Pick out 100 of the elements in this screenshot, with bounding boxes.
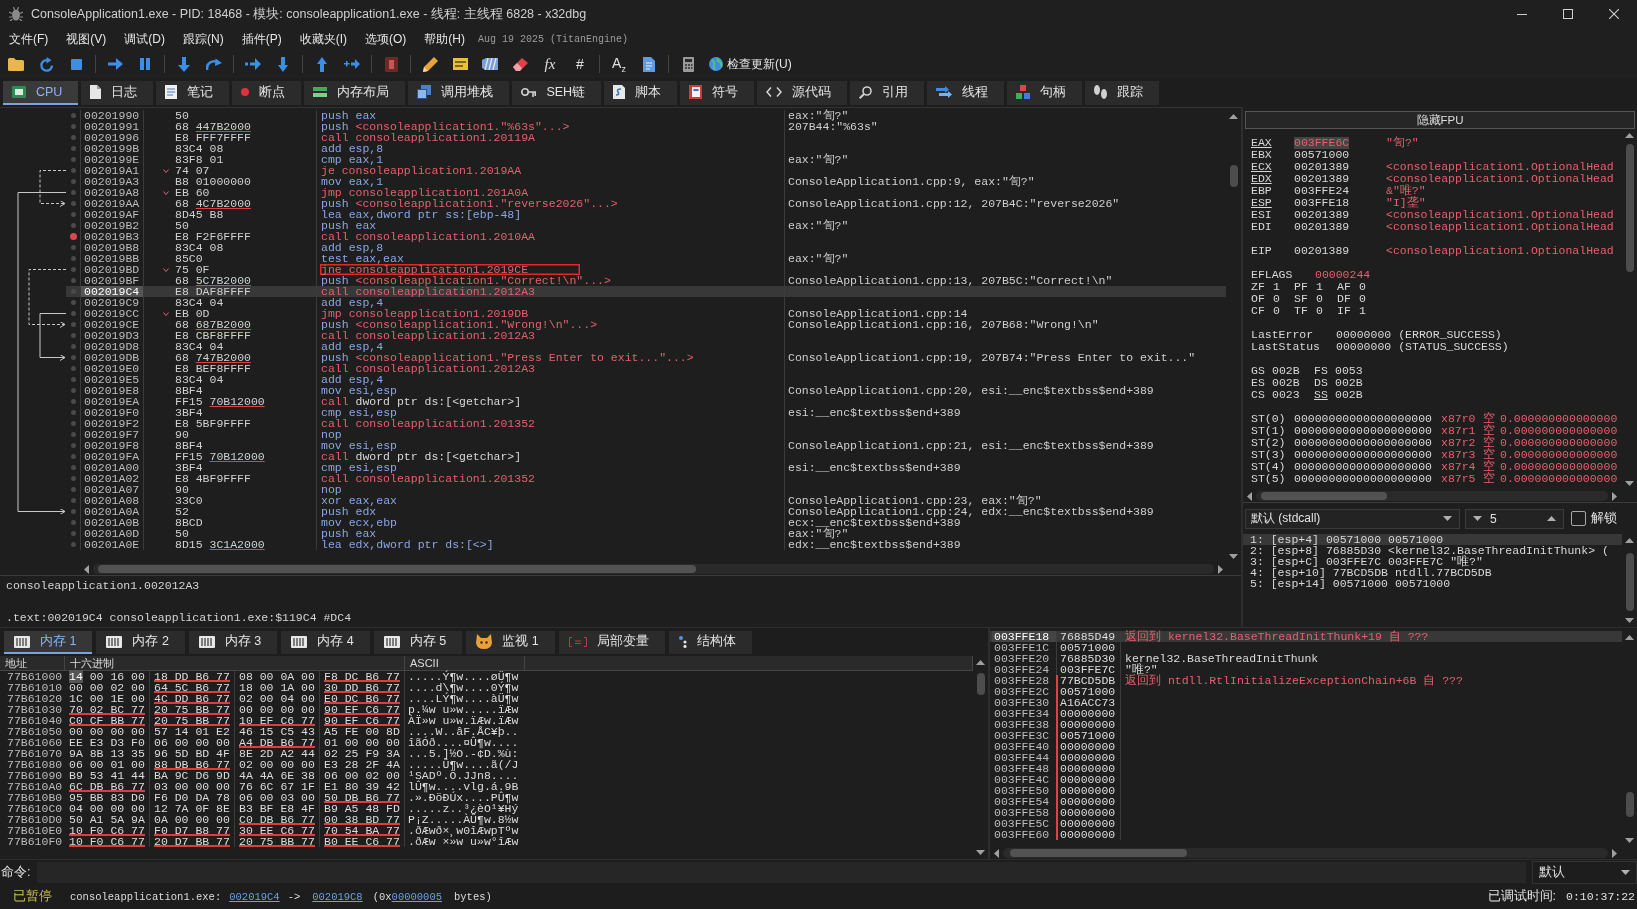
scroll-left-icon[interactable] xyxy=(1247,491,1252,501)
flag-value[interactable]: 0 xyxy=(1359,281,1366,293)
register-value[interactable]: 00000000000000000000 xyxy=(1294,437,1433,449)
register-value[interactable]: 00000000000000000000 xyxy=(1294,473,1433,485)
argument-count-spinbox[interactable]: 5 xyxy=(1465,508,1564,529)
address[interactable]: 002019CE xyxy=(81,319,143,330)
register-value[interactable]: 00201389 xyxy=(1294,245,1350,257)
hex-bytes[interactable]: 12 7A 0F 8E xyxy=(154,803,230,814)
scroll-up-icon[interactable] xyxy=(976,660,985,665)
tab[interactable]: 句柄 xyxy=(1007,81,1083,105)
restart-icon[interactable] xyxy=(38,56,54,72)
address[interactable]: 002019EA xyxy=(81,396,143,407)
call-stack-row[interactable]: 5: [esp+14] 00571000 00571000 xyxy=(1243,578,1622,589)
address[interactable]: 0020199E xyxy=(81,154,143,165)
address[interactable]: 002019B8 xyxy=(81,242,143,253)
scroll-down-icon[interactable] xyxy=(1625,618,1634,623)
address[interactable]: 002019E5 xyxy=(81,374,143,385)
hex-bytes[interactable]: 20 75 BB 77 xyxy=(154,704,230,715)
address[interactable]: 002019F8 xyxy=(81,440,143,451)
calling-convention-dropdown[interactable]: 默认 (stdcall) xyxy=(1245,508,1460,529)
tab[interactable]: 日志 xyxy=(81,81,154,105)
hex-bytes[interactable]: 14 00 16 00 xyxy=(69,671,145,682)
scroll-down-icon[interactable] xyxy=(1625,481,1634,486)
tab[interactable]: 引用 xyxy=(850,81,925,105)
scrollbar-thumb[interactable] xyxy=(1261,492,1387,500)
hex-bytes[interactable]: C0 DB B6 77 xyxy=(239,814,315,825)
address[interactable]: 002019FA xyxy=(81,451,143,462)
hex-bytes[interactable]: 90 EF C6 77 xyxy=(324,704,400,715)
scroll-right-icon[interactable] xyxy=(1612,491,1617,501)
hex-bytes[interactable]: 90 EF C6 77 xyxy=(324,715,400,726)
call-stack-row[interactable]: 4: [esp+10] 77BCD5DB ntdll.77BCD5DB xyxy=(1243,567,1622,578)
menu-item[interactable]: 跟踪(N) xyxy=(174,27,233,51)
flag-value[interactable]: 1 xyxy=(1359,305,1366,317)
hex-bytes[interactable]: 00 00 00 00 xyxy=(69,726,145,737)
arrow-right-icon[interactable] xyxy=(107,58,123,70)
stack-address[interactable]: 003FFE54 xyxy=(992,796,1056,807)
address[interactable]: 00201A0B xyxy=(81,517,143,528)
address[interactable]: 00201A00 xyxy=(81,462,143,473)
stack-address[interactable]: 003FFE5C xyxy=(992,818,1056,829)
hex-bytes[interactable]: 0A 00 00 00 xyxy=(154,814,230,825)
toolbar-button[interactable]: # xyxy=(565,53,595,75)
hex-bytes[interactable]: EE E3 D3 F0 xyxy=(69,737,145,748)
hex-bytes[interactable]: C0 CF BB 77 xyxy=(69,715,145,726)
address[interactable]: 002019A8 xyxy=(81,187,143,198)
tab[interactable]: SEH链 xyxy=(512,81,602,105)
hex-bytes[interactable]: 04 00 00 00 xyxy=(69,803,145,814)
address[interactable]: 002019E0 xyxy=(81,363,143,374)
register-value[interactable]: 0053 xyxy=(1335,365,1363,377)
scrollbar-thumb[interactable] xyxy=(1625,144,1634,272)
menu-item[interactable]: 视图(V) xyxy=(57,27,116,51)
tab[interactable]: 跟踪 xyxy=(1085,81,1160,105)
minimize-icon[interactable] xyxy=(1517,13,1527,15)
horizontal-scrollbar[interactable] xyxy=(1003,848,1608,858)
scroll-left-icon[interactable] xyxy=(994,848,999,858)
hex-bytes[interactable]: 1C 00 1E 00 xyxy=(69,693,145,704)
register-value[interactable]: 002B xyxy=(1272,365,1300,377)
arrow-down-icon[interactable] xyxy=(178,56,190,72)
hex-bytes[interactable]: E1 80 39 42 xyxy=(324,781,400,792)
register-value[interactable]: 00000244 xyxy=(1315,269,1371,281)
hex-bytes[interactable]: 96 5D BD 4F xyxy=(154,748,230,759)
hex-bytes[interactable]: F8 DC B6 77 xyxy=(324,671,400,682)
horizontal-scrollbar[interactable] xyxy=(93,564,1214,574)
hex-bytes[interactable]: 50 A1 5A 9A xyxy=(69,814,145,825)
address[interactable]: 002019A1 xyxy=(81,165,143,176)
tab[interactable]: 内存 1 xyxy=(4,631,93,654)
scroll-left-icon[interactable] xyxy=(84,564,89,574)
scrollbar-thumb[interactable] xyxy=(1229,165,1238,187)
stack-address[interactable]: 003FFE60 xyxy=(992,829,1056,840)
scrollbar-thumb[interactable] xyxy=(1625,792,1634,817)
tab[interactable]: 符号 xyxy=(680,81,755,105)
hex-bytes[interactable]: 20 75 BB 77 xyxy=(239,836,315,847)
hex-bytes[interactable]: 08 00 0A 00 xyxy=(239,671,315,682)
address[interactable]: 00201990 xyxy=(81,110,143,121)
stack-address[interactable]: 003FFE38 xyxy=(992,719,1056,730)
address[interactable]: 002019D3 xyxy=(81,330,143,341)
stack-address[interactable]: 003FFE30 xyxy=(992,697,1056,708)
address[interactable]: 00201996 xyxy=(81,132,143,143)
hex-bytes[interactable]: F0 D7 B8 77 xyxy=(154,825,230,836)
hex-bytes[interactable]: E3 28 2F 4A xyxy=(324,759,400,770)
register-value[interactable]: 00000000000000000000 xyxy=(1294,449,1433,461)
register-value[interactable]: 002B xyxy=(1335,389,1363,401)
hex-bytes[interactable]: 20 D7 BB 77 xyxy=(154,836,230,847)
tab[interactable]: 内存 3 xyxy=(188,631,278,654)
register-value[interactable]: 00201389 xyxy=(1294,221,1350,233)
stack-address[interactable]: 003FFE4C xyxy=(992,774,1056,785)
hex-bytes[interactable]: 9A 8B 13 35 xyxy=(69,748,145,759)
arrow-plus-icon[interactable] xyxy=(344,58,360,70)
hex-bytes[interactable]: 4C DD B6 77 xyxy=(154,693,230,704)
tab[interactable]: 脚本 xyxy=(604,81,678,105)
address[interactable]: 002019C4 xyxy=(81,286,143,297)
tab[interactable]: 结构体 xyxy=(668,631,752,654)
menu-item[interactable]: 调试(D) xyxy=(115,27,174,51)
address[interactable]: 002019BF xyxy=(81,275,143,286)
flag-value[interactable]: 0 xyxy=(1316,293,1323,305)
address[interactable]: 002019AA xyxy=(81,198,143,209)
scroll-down-icon[interactable] xyxy=(1625,838,1634,843)
tab[interactable]: 监视 1 xyxy=(466,631,555,654)
address[interactable]: 00201A0D xyxy=(81,528,143,539)
address[interactable]: 002019DB xyxy=(81,352,143,363)
hex-bytes[interactable]: 18 00 1A 00 xyxy=(239,682,315,693)
